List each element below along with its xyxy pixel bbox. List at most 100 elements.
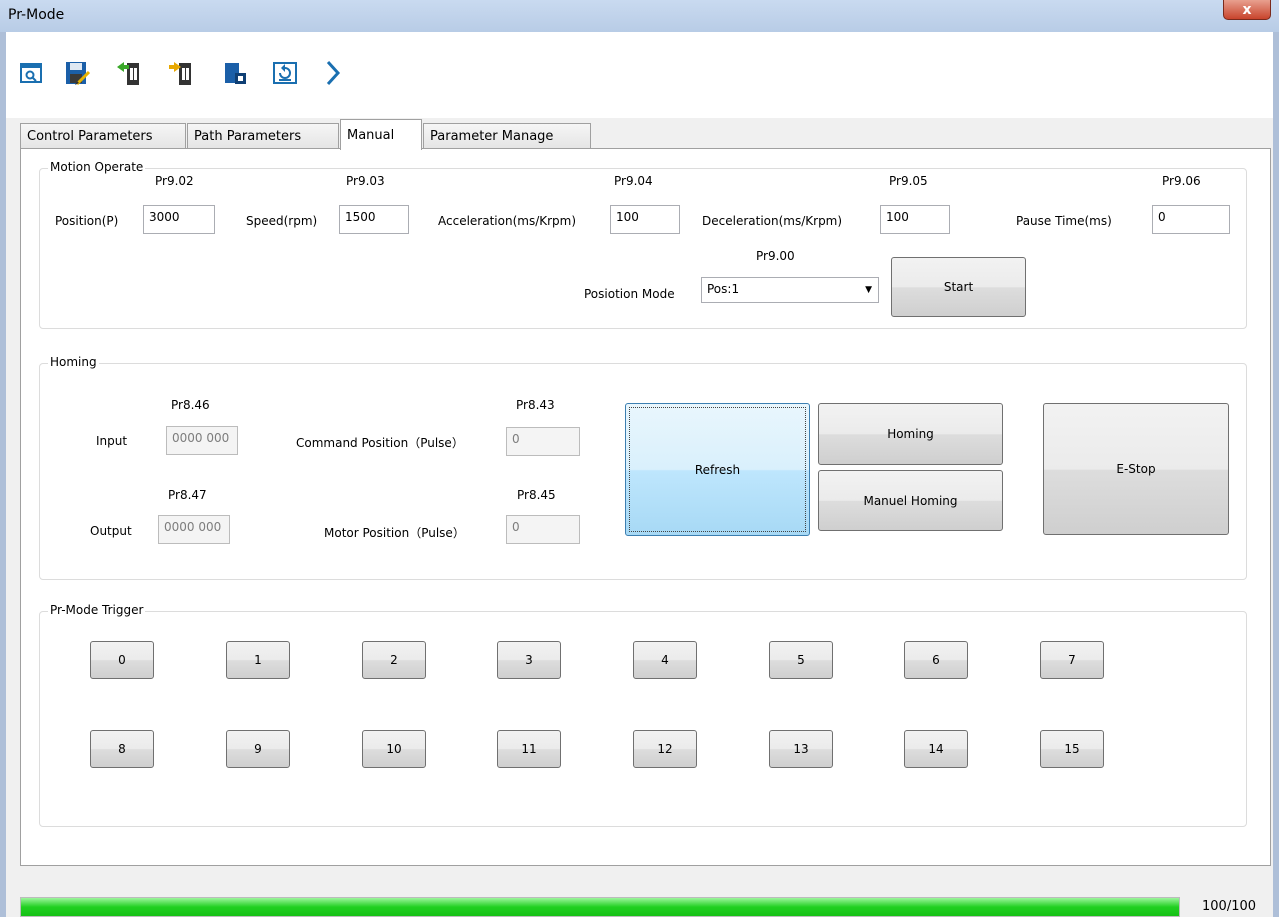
trigger-button-8[interactable]: 8	[90, 730, 154, 768]
pause-pr-label: Pr9.06	[1162, 174, 1201, 188]
trigger-button-4[interactable]: 4	[633, 641, 697, 679]
trigger-button-15[interactable]: 15	[1040, 730, 1104, 768]
trigger-label: 12	[657, 742, 673, 756]
speed-pr-label: Pr9.03	[346, 174, 385, 188]
trigger-label: 3	[525, 653, 533, 667]
trigger-button-0[interactable]: 0	[90, 641, 154, 679]
cmd-pos-label: Command Position（Pulse）	[296, 436, 464, 450]
motion-operate-group: Motion Operate Pr9.02 Position(P) 3000 P…	[39, 160, 1247, 329]
tab-bar: Control Parameters Path Parameters Manua…	[20, 119, 1270, 150]
trigger-label: 0	[118, 653, 126, 667]
mode-pr-label: Pr9.00	[756, 249, 795, 263]
accel-label: Acceleration(ms/Krpm)	[438, 214, 577, 228]
trigger-label: 7	[1068, 653, 1076, 667]
tab-manual[interactable]: Manual	[340, 119, 422, 150]
cmd-pos-field: 0	[506, 427, 580, 456]
trigger-button-13[interactable]: 13	[769, 730, 833, 768]
position-label: Position(P)	[55, 214, 119, 228]
trigger-label: 10	[386, 742, 402, 756]
save-to-eeprom-icon[interactable]	[220, 58, 250, 88]
trigger-button-6[interactable]: 6	[904, 641, 968, 679]
trigger-label: 2	[390, 653, 398, 667]
trigger-button-5[interactable]: 5	[769, 641, 833, 679]
trigger-button-12[interactable]: 12	[633, 730, 697, 768]
trigger-label: 6	[932, 653, 940, 667]
trigger-button-1[interactable]: 1	[226, 641, 290, 679]
trigger-label: 8	[118, 742, 126, 756]
next-icon[interactable]	[318, 58, 348, 88]
trigger-label: 15	[1064, 742, 1080, 756]
decel-label: Deceleration(ms/Krpm)	[702, 214, 843, 228]
trigger-label: 13	[793, 742, 809, 756]
e-stop-button[interactable]: E-Stop	[1043, 403, 1229, 535]
motor-pos-pr-label: Pr8.45	[517, 488, 556, 502]
accel-pr-label: Pr9.04	[614, 174, 653, 188]
close-button[interactable]: x	[1223, 0, 1271, 20]
position-mode-value: Pos:1	[707, 282, 740, 296]
decel-input[interactable]: 100	[880, 205, 950, 234]
input-pr-label: Pr8.46	[171, 398, 210, 412]
toolbar	[6, 32, 1273, 118]
progress-fill	[21, 898, 1179, 916]
progress-bar	[20, 897, 1180, 917]
trigger-button-11[interactable]: 11	[497, 730, 561, 768]
trigger-button-7[interactable]: 7	[1040, 641, 1104, 679]
homing-title: Homing	[48, 355, 99, 369]
manual-panel: Motion Operate Pr9.02 Position(P) 3000 P…	[20, 148, 1271, 866]
write-to-drive-icon[interactable]	[166, 58, 196, 88]
trigger-label: 5	[797, 653, 805, 667]
tab-path-parameters[interactable]: Path Parameters	[187, 123, 339, 149]
trigger-button-10[interactable]: 10	[362, 730, 426, 768]
output-label: Output	[90, 524, 132, 538]
mode-label: Posiotion Mode	[584, 287, 675, 301]
trigger-label: 14	[928, 742, 944, 756]
focus-ring	[629, 407, 806, 532]
tab-parameter-manage[interactable]: Parameter Manage	[423, 123, 591, 149]
cmd-pos-pr-label: Pr8.43	[516, 398, 555, 412]
motor-pos-field: 0	[506, 515, 580, 544]
pr-mode-trigger-title: Pr-Mode Trigger	[48, 603, 146, 617]
homing-group: Homing Pr8.46 Input 0000 000 Pr8.47 Outp…	[39, 355, 1247, 580]
close-icon: x	[1242, 1, 1252, 18]
pause-input[interactable]: 0	[1152, 205, 1230, 234]
position-pr-label: Pr9.02	[155, 174, 194, 188]
start-label: Start	[943, 280, 974, 294]
pause-label: Pause Time(ms)	[1016, 214, 1112, 228]
pr-mode-trigger-group: Pr-Mode Trigger 0 1 2 3 4 5 6 7 8 9 10 1…	[39, 603, 1247, 827]
reset-icon[interactable]	[270, 58, 300, 88]
manuel-homing-label: Manuel Homing	[863, 493, 958, 508]
trigger-label: 1	[254, 653, 262, 667]
e-stop-label: E-Stop	[1116, 462, 1156, 476]
trigger-button-9[interactable]: 9	[226, 730, 290, 768]
accel-input[interactable]: 100	[610, 205, 680, 234]
position-mode-select[interactable]: Pos:1 ▼	[701, 277, 879, 303]
homing-button[interactable]: Homing	[818, 403, 1003, 465]
start-button[interactable]: Start	[891, 257, 1026, 317]
pr-mode-window: Pr-Mode x Control Parameters Path Parame…	[0, 0, 1279, 917]
progress-text: 100/100	[1202, 899, 1257, 914]
trigger-button-3[interactable]: 3	[497, 641, 561, 679]
motion-operate-title: Motion Operate	[48, 160, 146, 174]
save-icon[interactable]	[62, 58, 92, 88]
trigger-button-14[interactable]: 14	[904, 730, 968, 768]
trigger-label: 9	[254, 742, 262, 756]
speed-input[interactable]: 1500	[339, 205, 409, 234]
speed-label: Speed(rpm)	[246, 214, 318, 228]
input-label: Input	[96, 434, 128, 448]
trigger-label: 11	[521, 742, 537, 756]
trigger-button-2[interactable]: 2	[362, 641, 426, 679]
tab-control-parameters[interactable]: Control Parameters	[20, 123, 186, 149]
manuel-homing-button[interactable]: Manuel Homing	[818, 470, 1003, 531]
refresh-button[interactable]: Refresh	[625, 403, 810, 536]
title-bar: Pr-Mode x	[0, 0, 1279, 32]
window-title: Pr-Mode	[8, 7, 65, 23]
trigger-label: 4	[661, 653, 669, 667]
motor-pos-label: Motor Position（Pulse）	[324, 526, 465, 540]
input-status-field: 0000 000	[166, 426, 238, 455]
read-from-drive-icon[interactable]	[114, 58, 144, 88]
open-file-icon[interactable]	[16, 58, 46, 88]
output-pr-label: Pr8.47	[168, 488, 207, 502]
output-status-field: 0000 000	[158, 515, 230, 544]
decel-pr-label: Pr9.05	[889, 174, 928, 188]
position-input[interactable]: 3000	[143, 205, 215, 234]
